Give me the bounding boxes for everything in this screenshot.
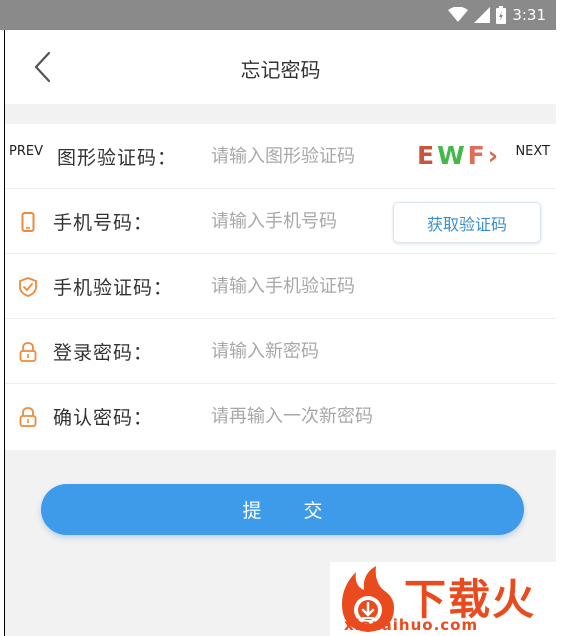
- captcha-input[interactable]: [211, 142, 391, 170]
- wifi-icon: [448, 7, 469, 22]
- watermark: 下载火 xiazaihuo.com: [330, 562, 556, 636]
- battery-icon: [496, 6, 507, 24]
- phone-icon: [17, 211, 39, 233]
- status-bar: 3:31: [0, 0, 556, 30]
- captcha-char: ›: [487, 140, 499, 170]
- lock-icon: [17, 406, 39, 428]
- new-password-input[interactable]: [211, 337, 391, 365]
- captcha-label: 图形验证码：: [57, 147, 178, 169]
- signal-icon: [474, 7, 491, 23]
- page-title: 忘记密码: [240, 58, 321, 82]
- sms-code-label: 手机验证码：: [53, 277, 174, 299]
- captcha-image[interactable]: E W F ›: [417, 138, 509, 172]
- sms-code-input[interactable]: [211, 272, 391, 300]
- captcha-char: W: [437, 140, 465, 170]
- section-gap: [5, 104, 556, 124]
- watermark-url: xiazaihuo.com: [344, 616, 479, 634]
- shield-icon: [17, 276, 39, 298]
- get-code-button[interactable]: 获取验证码: [393, 202, 541, 243]
- next-button[interactable]: NEXT: [515, 144, 550, 159]
- lock-icon: [17, 341, 39, 363]
- new-password-row: 登录密码：: [5, 319, 556, 384]
- phone-input[interactable]: [211, 207, 391, 235]
- prev-button[interactable]: PREV: [9, 144, 43, 159]
- confirm-password-input[interactable]: [211, 402, 411, 430]
- new-password-label: 登录密码：: [53, 342, 154, 364]
- confirm-password-label: 确认密码：: [53, 407, 154, 429]
- sms-code-row: 手机验证码：: [5, 254, 556, 319]
- status-icons: 3:31: [448, 0, 546, 30]
- confirm-password-row: 确认密码：: [5, 384, 556, 449]
- right-edge: [556, 0, 561, 636]
- status-time: 3:31: [512, 6, 546, 24]
- submit-button[interactable]: 提 交: [41, 484, 524, 535]
- phone-label: 手机号码：: [53, 212, 154, 234]
- phone-row: 手机号码： 获取验证码: [5, 189, 556, 254]
- bottom-area: 提 交 下载火 xiazaihuo.com: [5, 450, 556, 636]
- captcha-char: E: [417, 140, 435, 170]
- title-bar: 忘记密码: [5, 30, 556, 104]
- reset-password-form: PREV 图形验证码： E W F › NEXT 手机号码： 获取验证码 手: [5, 124, 556, 449]
- captcha-char: F: [467, 140, 485, 170]
- captcha-row: PREV 图形验证码： E W F › NEXT: [5, 124, 556, 189]
